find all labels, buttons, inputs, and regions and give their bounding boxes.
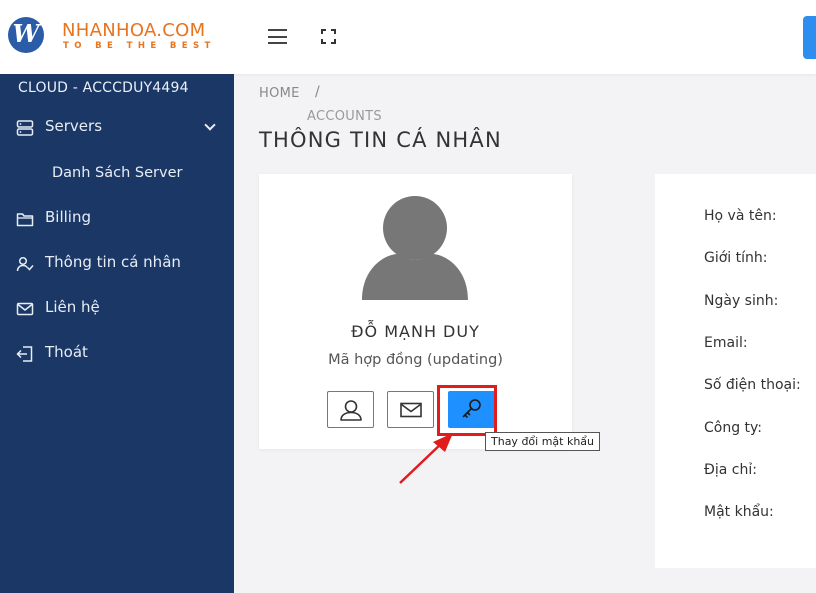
- annotation-arrow-icon: [399, 433, 453, 484]
- highlight-box: [437, 385, 497, 436]
- folder-icon: [16, 213, 34, 227]
- sidebar-item-servers[interactable]: Servers: [0, 113, 234, 143]
- label-gender: Giới tính:: [704, 250, 768, 266]
- label-company: Công ty:: [704, 420, 763, 436]
- contract-number: Mã hợp đồng (updating): [328, 352, 503, 368]
- label-birthday: Ngày sinh:: [704, 293, 779, 309]
- server-icon: [16, 120, 34, 136]
- sidebar-item-label: Servers: [45, 117, 103, 135]
- user-icon: [340, 400, 362, 421]
- sidebar-item-label: Thoát: [45, 343, 88, 361]
- email-button[interactable]: [387, 391, 434, 428]
- breadcrumb-home[interactable]: HOME: [259, 86, 300, 101]
- breadcrumb-current: ACCOUNTS: [307, 109, 382, 124]
- logout-icon: [16, 346, 33, 362]
- sidebar-item-contact[interactable]: Liên hệ: [0, 294, 234, 324]
- logo-icon[interactable]: W: [8, 17, 44, 53]
- sidebar-item-label: Thông tin cá nhân: [45, 253, 181, 271]
- brand-tagline: TO BE THE BEST: [63, 41, 216, 51]
- sidebar-item-label: Billing: [45, 208, 91, 226]
- header-action-button[interactable]: [803, 16, 816, 59]
- fullscreen-icon[interactable]: [321, 29, 336, 44]
- sidebar-item-profile[interactable]: Thông tin cá nhân: [0, 249, 234, 279]
- brand-name[interactable]: NHANHOA.COM: [62, 20, 205, 41]
- label-password: Mật khẩu:: [704, 504, 774, 520]
- sidebar-item-billing[interactable]: Billing: [0, 204, 234, 234]
- edit-profile-button[interactable]: [327, 391, 374, 428]
- avatar-icon: [362, 196, 468, 300]
- profile-card: ĐỖ MẠNH DUY Mã hợp đồng (updating): [259, 174, 572, 449]
- sidebar-item-server-list[interactable]: Danh Sách Server: [52, 165, 182, 181]
- mail-icon: [16, 302, 34, 316]
- label-full-name: Họ và tên:: [704, 208, 777, 224]
- menu-toggle-icon[interactable]: [268, 29, 287, 44]
- label-address: Địa chỉ:: [704, 462, 757, 478]
- page-title: THÔNG TIN CÁ NHÂN: [259, 128, 502, 152]
- account-title: CLOUD - ACCCDUY4494: [18, 80, 189, 96]
- sidebar: CLOUD - ACCCDUY4494 Servers Danh Sách Se…: [0, 74, 234, 593]
- info-panel: Họ và tên: Giới tính: Ngày sinh: Email: …: [655, 174, 816, 568]
- tooltip: Thay đổi mật khẩu: [485, 432, 601, 451]
- label-email: Email:: [704, 335, 748, 351]
- sidebar-item-label: Liên hệ: [45, 298, 100, 316]
- sidebar-item-logout[interactable]: Thoát: [0, 339, 234, 369]
- mail-icon: [400, 402, 422, 418]
- chevron-down-icon: [204, 119, 216, 131]
- label-phone: Số điện thoại:: [704, 377, 801, 393]
- user-check-icon: [16, 256, 34, 272]
- user-name: ĐỖ MẠNH DUY: [351, 322, 480, 341]
- top-header: W NHANHOA.COM TO BE THE BEST: [0, 0, 816, 74]
- breadcrumb-separator: /: [315, 84, 320, 100]
